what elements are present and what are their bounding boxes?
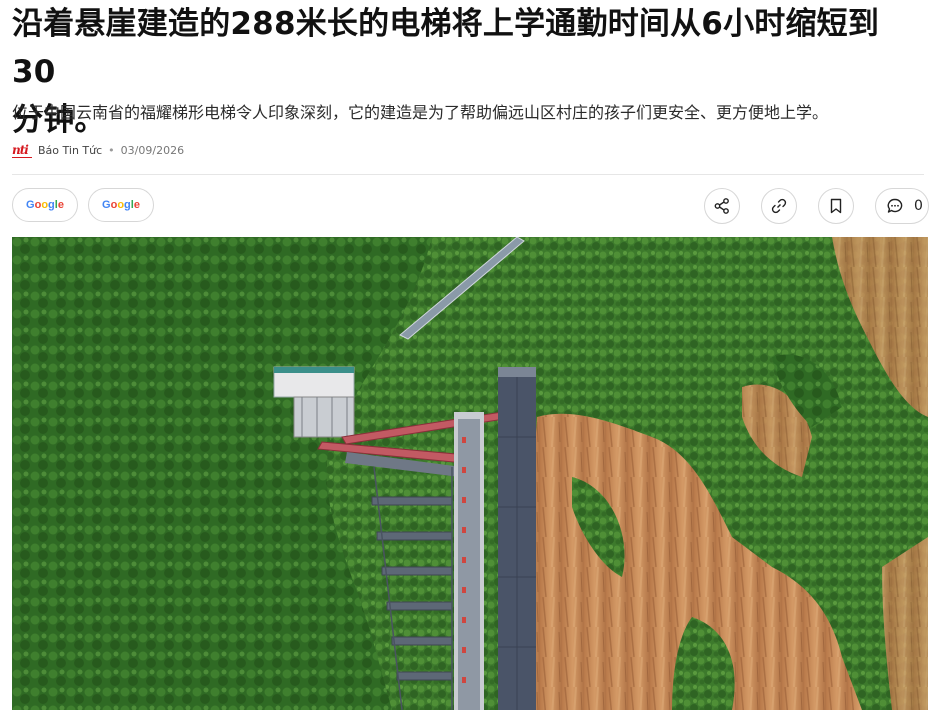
comment-button[interactable]: 0 (875, 188, 929, 224)
article-photo (12, 237, 928, 710)
google-letter: g (124, 199, 131, 211)
google-letter: e (133, 199, 140, 211)
cliffside-elevator-photo (12, 237, 928, 710)
google-letter: g (48, 199, 55, 211)
google-letter: o (41, 199, 49, 211)
google-letter: e (57, 199, 64, 211)
google-letter: o (117, 199, 125, 211)
share-button[interactable] (704, 188, 740, 224)
bookmark-icon (830, 198, 842, 214)
google-letter: G (26, 199, 35, 211)
byline: nti Báo Tin Tức • 03/09/2026 (12, 140, 184, 160)
article-title-line-1: 沿着悬崖建造的288米长的电梯将上学通勤时间从6小时缩短到30 (12, 6, 880, 90)
bookmark-button[interactable] (818, 188, 854, 224)
article-summary: 位于中国云南省的福耀梯形电梯令人印象深刻，它的建造是为了帮助偏远山区村庄的孩子们… (12, 103, 829, 122)
google-letter: G (102, 199, 111, 211)
byline-separator: • (108, 143, 115, 157)
source-logo[interactable]: nti (12, 143, 32, 158)
divider (12, 174, 924, 175)
publish-date: 03/09/2026 (120, 143, 185, 157)
google-letter: o (34, 199, 42, 211)
comment-count: 0 (914, 198, 923, 214)
google-letter: o (110, 199, 118, 211)
comment-icon (887, 198, 903, 213)
share-icon (714, 198, 729, 214)
google-button-1[interactable]: Google (12, 188, 78, 222)
link-icon (771, 198, 787, 214)
source-name[interactable]: Báo Tin Tức (38, 144, 102, 157)
copy-link-button[interactable] (761, 188, 797, 224)
google-button-2[interactable]: Google (88, 188, 154, 222)
